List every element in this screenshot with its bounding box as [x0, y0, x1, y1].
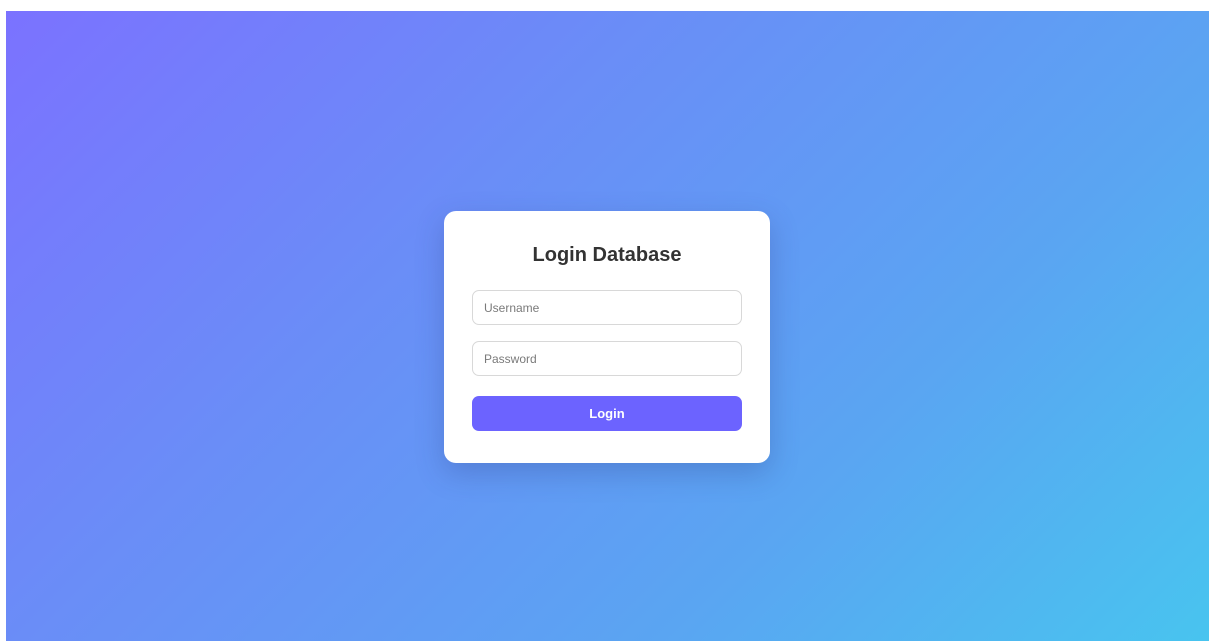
page-background: Login Database Login	[6, 11, 1209, 641]
username-input[interactable]	[472, 290, 742, 325]
login-title: Login Database	[532, 244, 682, 266]
login-button[interactable]: Login	[472, 396, 742, 431]
login-card: Login Database Login	[444, 211, 770, 463]
password-input[interactable]	[472, 341, 742, 376]
